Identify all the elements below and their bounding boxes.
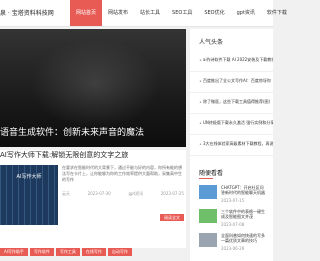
nav-seo-optimization[interactable]: SEO优化 bbox=[198, 0, 230, 26]
recommend-title[interactable]: 三个软件中的表格一键生成及智能图文并茂 bbox=[221, 209, 267, 219]
hot-item-title[interactable]: 3大在线体验家高级素材下载教程，再说不一 bbox=[203, 141, 273, 147]
list-item[interactable]: • 3大在线体验家高级素材下载教程，再说不一 bbox=[190, 135, 273, 156]
recommend-panel: 随便看看 CHATGPT：开启社区问答新时代的智能聊天机器 2023-07-15… bbox=[190, 163, 273, 261]
hot-item-title[interactable]: ai作诗软件下载 AI 2022安装及下载教程 bbox=[203, 57, 273, 63]
recommend-heading: 随便看看 bbox=[199, 170, 224, 177]
main-nav: 网站首页 网站发布 站长工具 SEO工具 SEO优化 gpt资讯 软件下载 bbox=[70, 0, 293, 26]
top-navigation-bar: 泉 · 宝塔资料科技网 网站首页 网站发布 站长工具 SEO工具 SEO优化 g… bbox=[0, 0, 287, 27]
tag-item[interactable]: 写作工具 bbox=[55, 248, 80, 256]
thumbnail-caption: AI写作大师 bbox=[16, 174, 42, 180]
hot-item-title[interactable]: 除了微医，这些下载工具值得推荐(图) bbox=[203, 99, 273, 105]
list-item[interactable]: • ai作诗软件下载 AI 2022安装及下载教程 bbox=[190, 51, 273, 72]
publish-date: 2023-07-30 bbox=[87, 191, 111, 196]
bullet-icon: • bbox=[199, 121, 202, 127]
hot-topics-list: • ai作诗软件下载 AI 2022安装及下载教程 • 百度推出了全公文写作AI… bbox=[190, 51, 273, 156]
tag-item[interactable]: 写作软件 bbox=[29, 248, 54, 256]
hot-topics-panel: 人气头条 • ai作诗软件下载 AI 2022安装及下载教程 • 百度推出了全公… bbox=[190, 29, 273, 174]
tag-item[interactable]: 自动写作 bbox=[107, 248, 132, 256]
nav-gpt-news[interactable]: gpt资讯 bbox=[231, 0, 261, 26]
recommend-thumbnail[interactable] bbox=[199, 185, 217, 199]
recommend-title[interactable]: 全面科普如何快速的写多一篇优质文章的技巧 bbox=[221, 233, 267, 243]
tag-item[interactable]: AI写作助手 bbox=[0, 248, 28, 256]
hero-image bbox=[30, 39, 160, 129]
article-meta: 云天 2023-07-30 gpt资讯 2023-07-25 bbox=[62, 191, 184, 197]
article-thumbnail[interactable]: AI写作大师 bbox=[0, 165, 58, 225]
list-item[interactable]: • 除了微医，这些下载工具值得推荐(图) bbox=[190, 93, 273, 114]
recommend-item[interactable]: CHATGPT：开启社区问答新时代的智能聊天机器 2023-07-15 bbox=[199, 185, 269, 205]
recommend-thumbnail[interactable] bbox=[199, 209, 217, 223]
recommend-date: 2023-07-15 bbox=[221, 198, 245, 203]
hot-item-title[interactable]: 百度推出了全公文写作AI：百度惊讶你 bbox=[203, 78, 273, 84]
nav-seo-tools[interactable]: SEO工具 bbox=[166, 0, 198, 26]
recommend-thumbnail[interactable] bbox=[199, 233, 217, 247]
read-more-button[interactable]: 阅读全文 bbox=[160, 214, 184, 221]
article-title[interactable]: AI写作大师下载:解锁无限创意的文字之旅 bbox=[0, 150, 128, 160]
nav-site-publish[interactable]: 网站发布 bbox=[102, 0, 134, 26]
recommend-date: 2023-06-29 bbox=[221, 246, 245, 251]
nav-software-download[interactable]: 软件下载 bbox=[261, 0, 293, 26]
nav-webmaster-tools[interactable]: 站长工具 bbox=[134, 0, 166, 26]
hot-topics-heading: 人气头条 bbox=[199, 39, 224, 46]
update-date: 2023-07-25 bbox=[160, 191, 184, 196]
article-excerpt: 在要求在智能时代的大背景下，通过不能与好的内容，你所有能的想法写在卡片上，让你能… bbox=[62, 165, 182, 182]
article-card: AI写作大师下载:解锁无限创意的文字之旅 AI写作大师 在要求在智能时代的大背景… bbox=[0, 150, 186, 248]
bullet-icon: • bbox=[199, 100, 202, 106]
recommend-item[interactable]: 全面科普如何快速的写多一篇优质文章的技巧 2023-06-29 bbox=[199, 233, 269, 253]
hot-item-title[interactable]: UN终极版下载永久激活 强行实例和分享 bbox=[203, 120, 273, 126]
hero-banner[interactable]: 语音生成软件：创新未来声音的魔法 bbox=[0, 29, 186, 147]
tag-list: AI写作助手 写作软件 写作工具 在线写作 自动写作 bbox=[0, 248, 134, 256]
recommend-item[interactable]: 三个软件中的表格一键生成及智能图文并茂 2023-07-08 bbox=[199, 209, 269, 229]
bullet-icon: • bbox=[199, 142, 202, 148]
tag-item[interactable]: 在线写作 bbox=[81, 248, 106, 256]
recommend-date: 2023-07-08 bbox=[221, 222, 245, 227]
heading-underline bbox=[199, 178, 213, 179]
site-logo[interactable]: 泉 · 宝塔资料科技网 bbox=[0, 8, 54, 17]
hero-caption[interactable]: 语音生成软件：创新未来声音的魔法 bbox=[0, 125, 144, 138]
category-link[interactable]: gpt资讯 bbox=[128, 191, 143, 197]
bullet-icon: • bbox=[199, 58, 202, 64]
author-label: 云天 bbox=[62, 191, 70, 196]
nav-home[interactable]: 网站首页 bbox=[70, 0, 103, 26]
list-item[interactable]: • UN终极版下载永久激活 强行实例和分享 bbox=[190, 114, 273, 135]
list-item[interactable]: • 百度推出了全公文写作AI：百度惊讶你 bbox=[190, 72, 273, 93]
recommend-title[interactable]: CHATGPT：开启社区问答新时代的智能聊天机器 bbox=[221, 185, 267, 195]
bullet-icon: • bbox=[199, 79, 202, 85]
